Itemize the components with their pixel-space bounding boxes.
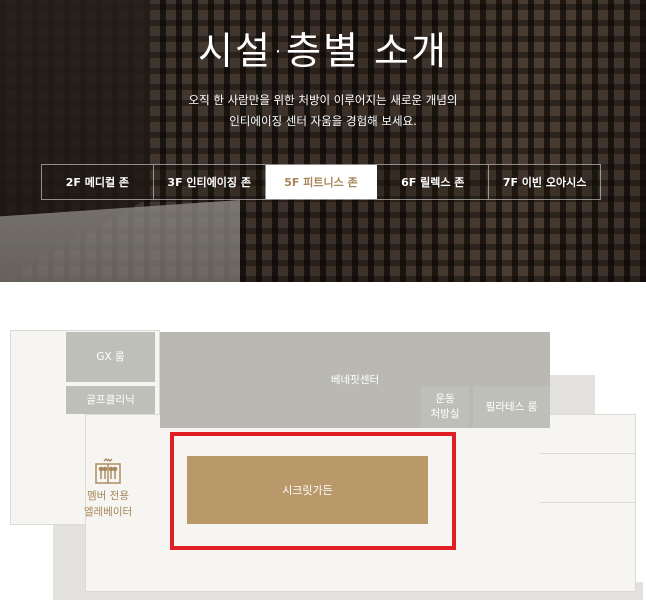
elevator-icon — [95, 458, 121, 484]
tab-5f-fitness-zone[interactable]: 5F 피트니스 존 — [265, 165, 378, 199]
map-floor-plate-right — [540, 453, 636, 503]
tab-2f-medical-zone[interactable]: 2F 메디컬 존 — [42, 165, 154, 199]
elevator-label-line-2: 엘레베이터 — [83, 506, 133, 518]
floor-tab-bar: 2F 메디컬 존 3F 인티에이징 존 5F 피트니스 존 6F 릴렉스 존 7… — [41, 164, 601, 200]
room-exercise-label-2: 처방실 — [430, 408, 460, 420]
room-secret-garden[interactable]: 시크릿가든 — [187, 456, 428, 524]
room-exercise-label-1: 운동 — [435, 393, 455, 405]
room-golf-clinic[interactable]: 골프클리닉 — [66, 386, 155, 414]
room-gx[interactable]: GX 룸 — [66, 332, 155, 382]
description-line-1: 오직 한 사람만을 위한 처방이 이루어지는 새로운 개념의 — [188, 93, 458, 107]
tab-7f-oasis[interactable]: 7F 이빈 오아시스 — [489, 165, 600, 199]
facility-hero-banner: 시설·층별 소개 오직 한 사람만을 위한 처방이 이루어지는 새로운 개념의 … — [0, 0, 646, 282]
room-benefit-center-label: 베네핏센터 — [330, 373, 380, 386]
page-description: 오직 한 사람만을 위한 처방이 이루어지는 새로운 개념의 인티에이징 센터 … — [0, 90, 646, 132]
floor-map: GX 룸 골프클리닉 베네핏센터 운동 처방실 필라테스 룸 시크릿가든 멤버 … — [0, 282, 646, 602]
elevator-label-line-1: 멤버 전용 — [87, 490, 129, 502]
member-elevator[interactable]: 멤버 전용 엘레베이터 — [78, 458, 138, 520]
tab-6f-relax-zone[interactable]: 6F 릴렉스 존 — [377, 165, 490, 199]
page-title: 시설·층별 소개 — [198, 29, 448, 73]
room-exercise-prescription[interactable]: 운동 처방실 — [421, 386, 469, 428]
elevator-label: 멤버 전용 엘레베이터 — [78, 488, 138, 520]
description-line-2: 인티에이징 센터 자움을 경험해 보세요. — [229, 114, 417, 128]
room-pilates[interactable]: 필라테스 룸 — [473, 386, 550, 428]
tab-3f-intiaging-zone[interactable]: 3F 인티에이징 존 — [153, 165, 266, 199]
